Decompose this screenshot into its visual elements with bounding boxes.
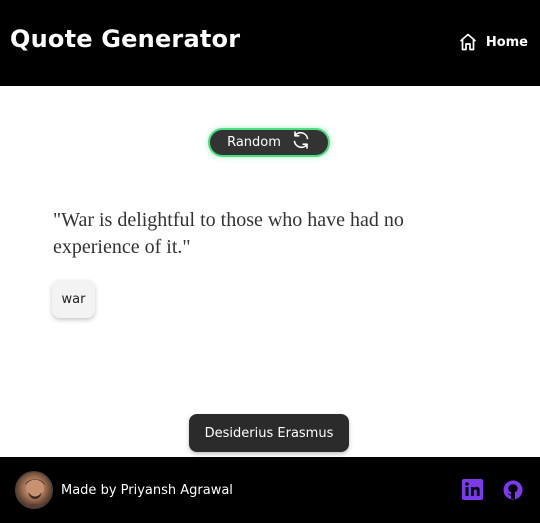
refresh-icon — [291, 130, 311, 155]
footer-credit: Made by Priyansh Agrawal — [61, 483, 233, 498]
home-link[interactable]: Home — [458, 31, 528, 53]
random-button-label: Random — [227, 135, 281, 150]
quote-text: "War is delightful to those who have had… — [53, 209, 404, 258]
avatar — [15, 471, 53, 509]
linkedin-icon[interactable] — [462, 479, 483, 500]
home-label: Home — [485, 34, 528, 50]
app-header: Quote Generator Home — [0, 0, 540, 86]
app-title: Quote Generator — [10, 25, 241, 53]
quote-author: Desiderius Erasmus — [189, 414, 349, 452]
quote-tag[interactable]: war — [52, 280, 95, 318]
github-icon[interactable] — [503, 480, 523, 500]
app-footer: Made by Priyansh Agrawal — [0, 457, 540, 523]
home-icon — [458, 32, 478, 52]
random-quote-button[interactable]: Random — [208, 128, 330, 157]
